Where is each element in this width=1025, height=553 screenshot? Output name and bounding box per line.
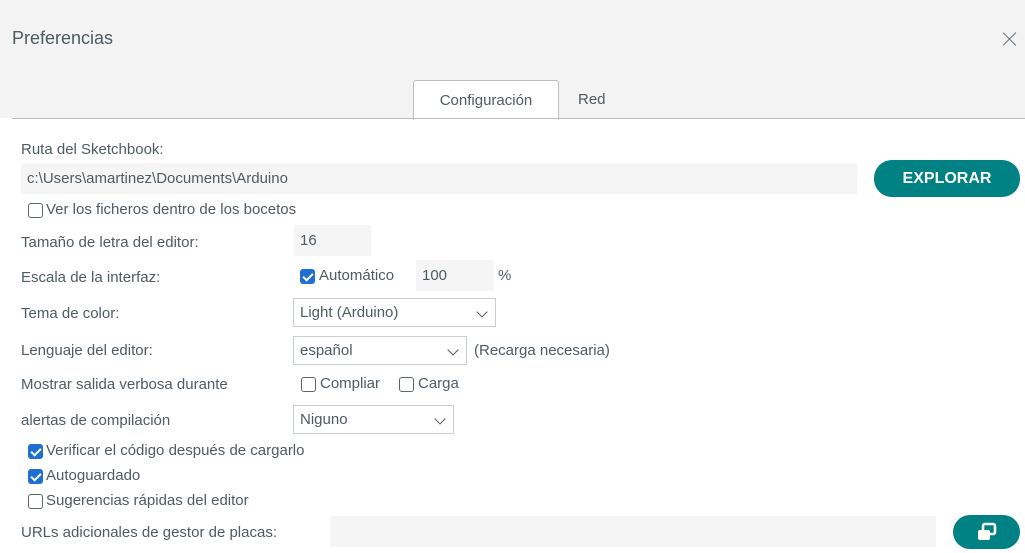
tab-red[interactable]: Red xyxy=(578,80,618,119)
auto-scale-label: Automático xyxy=(319,267,395,284)
tab-configuracion[interactable]: Configuración xyxy=(413,80,559,120)
font-size-input[interactable]: 16 xyxy=(294,225,371,256)
language-label: Lenguaje del editor: xyxy=(21,342,153,359)
autosave-label: Autoguardado xyxy=(46,467,141,484)
explore-button[interactable]: EXPLORAR xyxy=(874,160,1020,197)
warnings-select-value: Niguno xyxy=(300,411,348,428)
verbose-compile-checkbox[interactable] xyxy=(301,377,316,392)
verbose-upload-label: Carga xyxy=(418,375,459,392)
scale-label: Escala de la interfaz: xyxy=(21,269,161,286)
open-board-urls-button[interactable] xyxy=(953,515,1020,549)
verify-after-upload-checkbox[interactable] xyxy=(28,444,43,459)
autosave-checkbox[interactable] xyxy=(28,469,43,484)
tab-divider xyxy=(12,118,1025,119)
chevron-down-icon xyxy=(476,306,488,318)
sketchbook-path-input[interactable]: c:\Users\amartinez\Documents\Arduino xyxy=(21,163,857,194)
board-urls-input[interactable] xyxy=(330,516,936,547)
scale-input[interactable]: 100 xyxy=(416,260,494,291)
sketchbook-label: Ruta del Sketchbook: xyxy=(21,141,164,158)
chevron-down-icon xyxy=(434,413,446,425)
theme-label: Tema de color: xyxy=(21,305,120,322)
verbose-upload-checkbox[interactable] xyxy=(399,377,414,392)
chevron-down-icon xyxy=(447,344,459,356)
language-select[interactable]: español xyxy=(293,336,467,365)
scale-unit: % xyxy=(498,267,512,284)
auto-scale-checkbox[interactable] xyxy=(300,269,315,284)
warnings-select[interactable]: Niguno xyxy=(293,405,454,434)
dialog-title: Preferencias xyxy=(12,28,114,48)
windows-icon xyxy=(977,522,996,540)
verbose-compile-label: Compliar xyxy=(320,375,381,392)
language-select-value: español xyxy=(300,342,353,359)
theme-select-value: Light (Arduino) xyxy=(300,304,399,321)
close-icon[interactable] xyxy=(1001,30,1019,48)
theme-select[interactable]: Light (Arduino) xyxy=(293,298,496,327)
warnings-label: alertas de compilación xyxy=(21,412,171,429)
quick-suggestions-checkbox[interactable] xyxy=(28,494,43,509)
font-size-label: Tamaño de letra del editor: xyxy=(21,234,199,251)
reload-note: (Recarga necesaria) xyxy=(474,342,610,359)
show-files-label: Ver los ficheros dentro de los bocetos xyxy=(46,201,297,218)
quick-suggestions-label: Sugerencias rápidas del editor xyxy=(46,492,249,509)
show-files-checkbox[interactable] xyxy=(28,203,43,218)
verify-after-upload-label: Verificar el código después de cargarlo xyxy=(46,442,305,459)
verbose-label: Mostrar salida verbosa durante xyxy=(21,376,228,393)
board-urls-label: URLs adicionales de gestor de placas: xyxy=(21,524,277,541)
